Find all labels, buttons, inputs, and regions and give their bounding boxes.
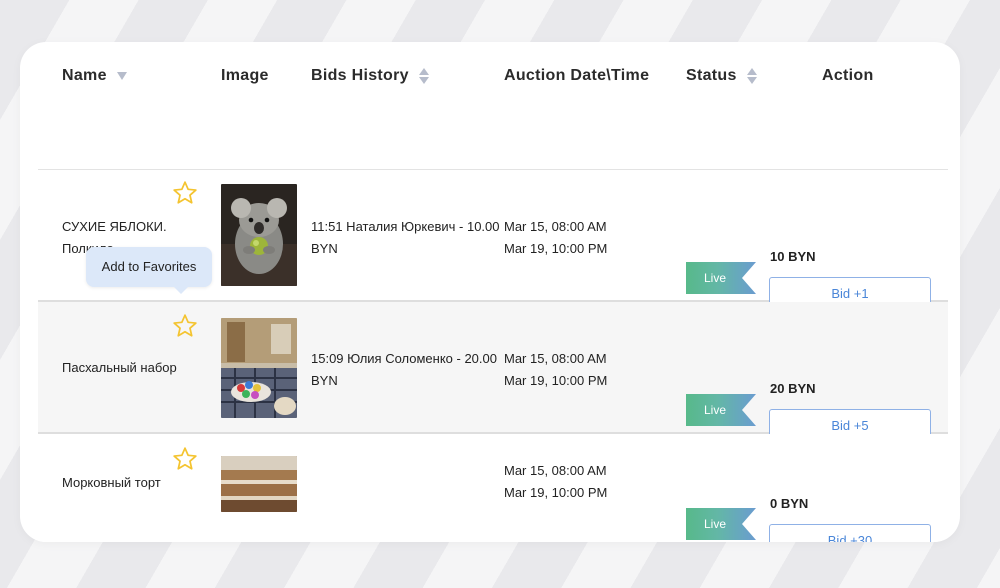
sort-down-icon[interactable] <box>116 72 127 80</box>
star-icon[interactable] <box>172 180 198 206</box>
header-status[interactable]: Status <box>686 67 757 85</box>
header-bids-history[interactable]: Bids History <box>311 67 429 85</box>
auction-dates: Mar 15, 08:00 AM Mar 19, 10:00 PM <box>504 219 608 256</box>
koala-photo-icon[interactable] <box>221 184 297 286</box>
table-row: Морковный торт Mar 15, 08:00 AM Mar 19, … <box>38 434 948 542</box>
carrot-cake-photo-icon[interactable] <box>221 456 297 512</box>
current-price: 0 BYN <box>770 496 809 511</box>
add-to-favorites-tooltip: Add to Favorites <box>86 247 212 294</box>
status-badge: Live <box>686 508 756 540</box>
header-name[interactable]: Name <box>62 67 127 85</box>
auction-dates: Mar 15, 08:00 AM Mar 19, 10:00 PM <box>504 351 608 388</box>
bids-history: 15:09 Юлия Соломенко - 20.00 BYN <box>311 351 497 388</box>
auction-table-card: Name Image Bids History Auction Date\Tim… <box>20 42 960 542</box>
current-price: 10 BYN <box>770 249 816 264</box>
item-name[interactable]: Пасхальный набор <box>62 357 192 379</box>
table-header: Name Image Bids History Auction Date\Tim… <box>38 42 948 170</box>
item-name[interactable]: Морковный торт <box>62 472 192 494</box>
auction-dates: Mar 15, 08:00 AM Mar 19, 10:00 PM <box>504 463 608 500</box>
star-icon[interactable] <box>172 313 198 339</box>
header-image: Image <box>221 67 269 84</box>
current-price: 20 BYN <box>770 381 816 396</box>
star-icon[interactable] <box>172 446 198 472</box>
table-row: Пасхальный набор 15:09 Юлия Соломенко - … <box>38 302 948 443</box>
header-action: Action <box>822 67 874 84</box>
header-auction-datetime: Auction Date\Time <box>504 67 650 84</box>
sort-icon[interactable] <box>746 68 757 84</box>
sort-icon[interactable] <box>418 68 429 84</box>
bids-history: 11:51 Наталия Юркевич - 10.00 BYN <box>311 219 500 256</box>
bid-button[interactable]: Bid +30 <box>769 524 931 542</box>
status-badge: Live <box>686 262 756 294</box>
easter-set-photo-icon[interactable] <box>221 318 297 418</box>
status-badge: Live <box>686 394 756 426</box>
